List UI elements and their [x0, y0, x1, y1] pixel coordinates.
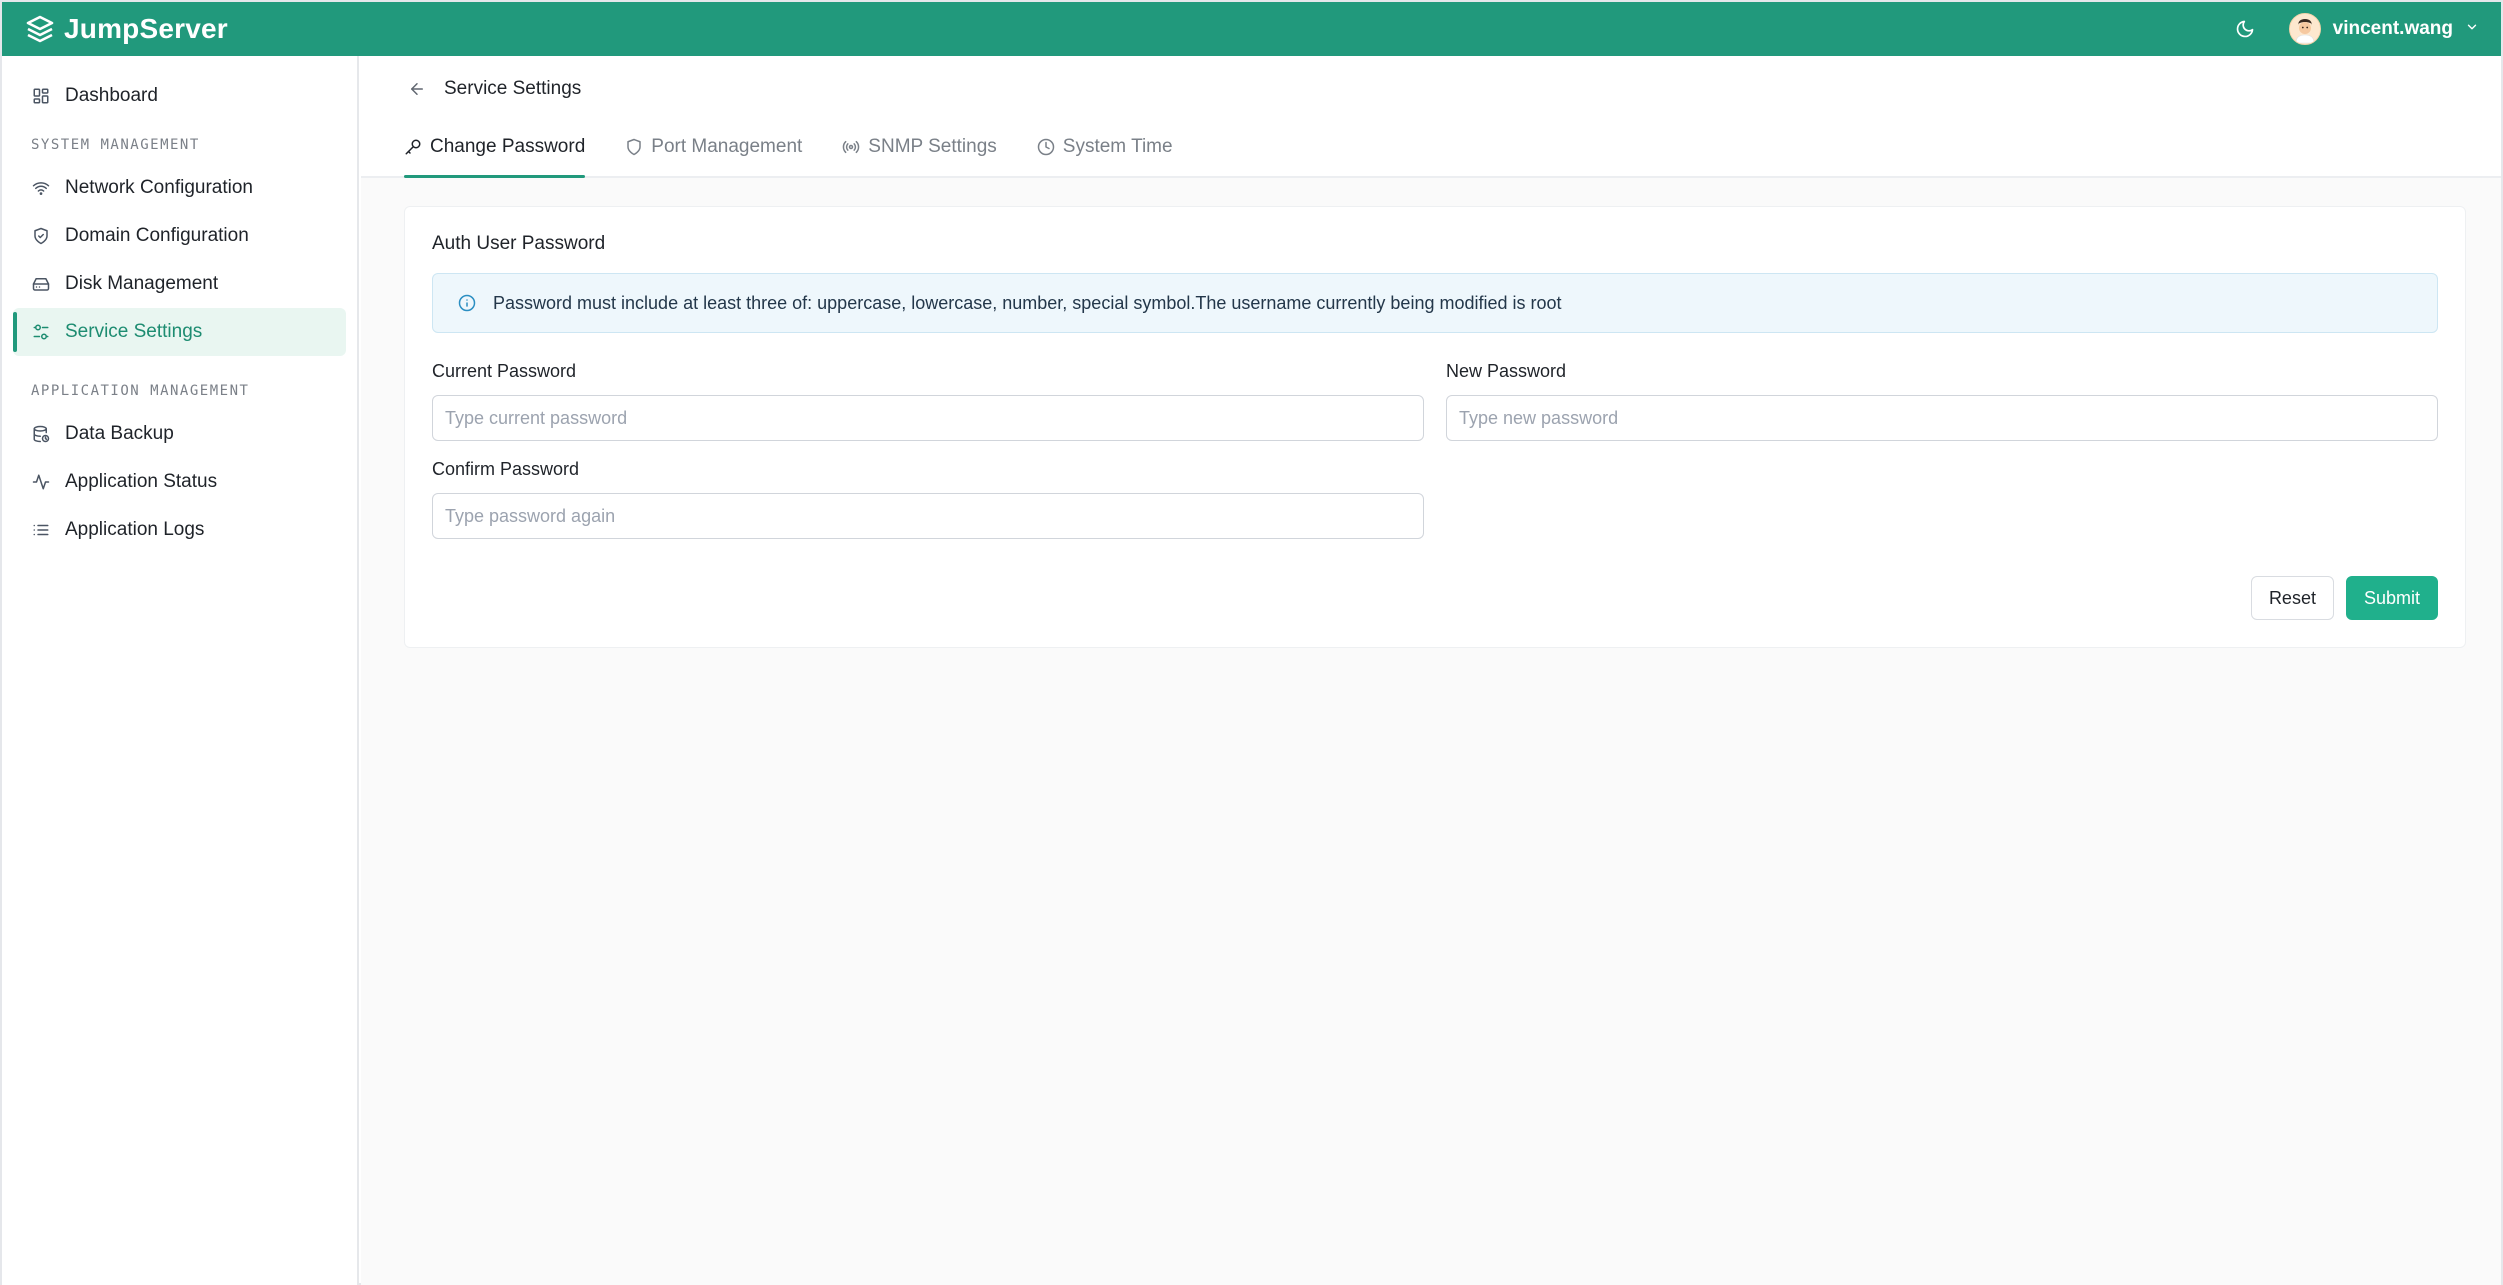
sidebar-item-label: Domain Configuration [65, 225, 249, 246]
sidebar-item-label: Network Configuration [65, 177, 253, 198]
user-menu[interactable]: vincent.wang [2288, 13, 2479, 45]
new-password-field: New Password [1446, 361, 2438, 441]
tab-label: Change Password [430, 136, 586, 157]
sidebar-item-label: Application Status [65, 471, 218, 492]
clock-icon [1037, 138, 1055, 156]
arrow-left-icon[interactable] [404, 76, 430, 102]
chevron-down-icon [2465, 20, 2479, 39]
moon-icon[interactable] [2227, 11, 2263, 47]
section-title-application-management: APPLICATION MANAGEMENT [31, 383, 250, 399]
tab-change-password[interactable]: Change Password [404, 122, 586, 178]
tab-port-management[interactable]: Port Management [625, 122, 802, 178]
sidebar-item-application-status[interactable]: Application Status [13, 458, 346, 506]
shield-check-icon [31, 226, 51, 246]
tab-label: System Time [1062, 136, 1173, 157]
jumpserver-logo-icon [24, 13, 56, 45]
settings-sliders-icon [31, 322, 51, 342]
tab-snmp-settings[interactable]: SNMP Settings [842, 122, 997, 178]
reset-button[interactable]: Reset [2250, 576, 2334, 620]
info-icon [457, 293, 477, 313]
page-header: Service Settings Change Password Port Ma… [361, 56, 2501, 178]
sidebar-item-network-configuration[interactable]: Network Configuration [13, 164, 346, 212]
breadcrumb: Service Settings [404, 56, 2458, 122]
section-title-system-management: SYSTEM MANAGEMENT [31, 137, 200, 153]
activity-icon [31, 472, 51, 492]
password-form-card: Auth User Password Password must include… [404, 206, 2466, 648]
card-title: Auth User Password [432, 233, 606, 254]
list-icon [31, 520, 51, 540]
database-backup-icon [31, 424, 51, 444]
tab-label: Port Management [651, 136, 803, 157]
sidebar-item-dashboard[interactable]: Dashboard [13, 72, 346, 120]
form-actions: Reset Submit [2250, 576, 2438, 620]
key-icon [404, 138, 422, 156]
dashboard-icon [31, 86, 51, 106]
username: vincent.wang [2332, 18, 2453, 39]
submit-button[interactable]: Submit [2345, 576, 2438, 620]
current-password-field: Current Password [432, 361, 1424, 441]
antenna-icon [842, 138, 860, 156]
new-password-label: New Password [1446, 361, 1567, 381]
sidebar-item-data-backup[interactable]: Data Backup [13, 410, 346, 458]
sidebar-item-label: Data Backup [65, 423, 174, 444]
tab-bar: Change Password Port Management SNMP Set… [404, 122, 2458, 178]
sidebar-item-service-settings[interactable]: Service Settings [13, 308, 346, 356]
tab-label: SNMP Settings [868, 136, 997, 157]
confirm-password-field: Confirm Password [432, 459, 1424, 539]
sidebar: Dashboard SYSTEM MANAGEMENT Network Conf… [2, 56, 359, 1285]
page-title: Service Settings [444, 78, 582, 99]
sidebar-item-label: Disk Management [65, 273, 219, 294]
wifi-icon [31, 178, 51, 198]
sidebar-item-application-logs[interactable]: Application Logs [13, 506, 346, 554]
sidebar-item-label: Service Settings [65, 321, 203, 342]
hard-drive-icon [31, 274, 51, 294]
info-alert: Password must include at least three of:… [432, 273, 2438, 333]
password-form: Current Password New Password Confirm Pa… [432, 361, 2438, 557]
confirm-password-input[interactable] [432, 493, 1424, 539]
tab-system-time[interactable]: System Time [1037, 122, 1173, 178]
sidebar-item-label: Application Logs [65, 519, 205, 540]
shield-icon [625, 138, 643, 156]
current-password-input[interactable] [432, 395, 1424, 441]
new-password-input[interactable] [1446, 395, 2438, 441]
main-content: Service Settings Change Password Port Ma… [361, 56, 2501, 1285]
brand-name: JumpServer [64, 13, 228, 44]
top-bar: JumpServer vincent.wang [2, 2, 2501, 56]
confirm-password-label: Confirm Password [432, 459, 580, 479]
sidebar-item-disk-management[interactable]: Disk Management [13, 260, 346, 308]
sidebar-item-label: Dashboard [65, 85, 158, 106]
current-password-label: Current Password [432, 361, 577, 381]
brand[interactable]: JumpServer [24, 13, 228, 45]
avatar [2288, 13, 2321, 45]
alert-text: Password must include at least three of:… [493, 292, 1562, 313]
sidebar-item-domain-configuration[interactable]: Domain Configuration [13, 212, 346, 260]
